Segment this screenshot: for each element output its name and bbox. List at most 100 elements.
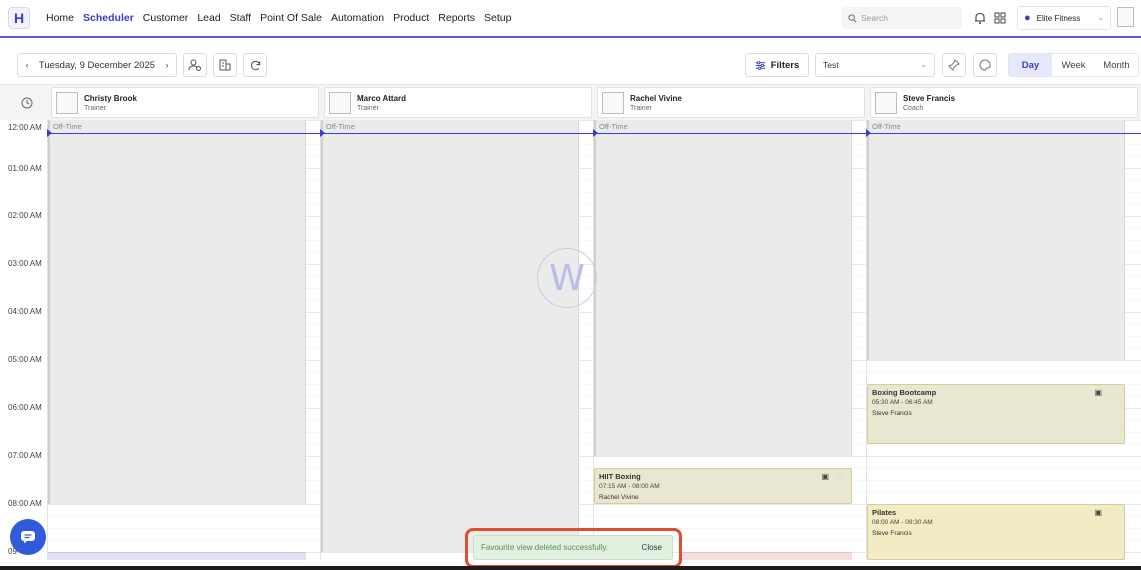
heart-icon: ♡	[835, 472, 843, 481]
calendar-grid[interactable]: 12:00 AM 01:00 AM 02:00 AM 03:00 AM 04:0…	[0, 120, 1141, 560]
search-placeholder: Search	[861, 13, 888, 23]
appointment-time: 08:00 AM - 09:30 AM	[872, 519, 933, 526]
off-time-block[interactable]: Off-Time	[867, 120, 1125, 360]
nav-point-of-sale[interactable]: Point Of Sale	[260, 12, 322, 24]
appointment-pilates[interactable]: Pilates 08:00 AM - 09:30 AM Steve Franci…	[867, 504, 1125, 560]
tab-day[interactable]: Day	[1009, 54, 1052, 76]
staff-header-christy-brook[interactable]: Christy Brook Trainer	[51, 87, 319, 118]
pin-view-button[interactable]	[942, 53, 966, 77]
staff-name: Marco Attard	[357, 94, 407, 103]
current-time-marker	[593, 129, 598, 137]
date-navigator: ‹ Tuesday, 9 December 2025 ›	[17, 53, 177, 77]
nav-reports[interactable]: Reports	[438, 12, 475, 24]
off-time-label: Off-Time	[599, 122, 628, 131]
tab-week[interactable]: Week	[1052, 54, 1095, 76]
staff-header-rachel-vivine[interactable]: Rachel Vivine Trainer	[597, 87, 865, 118]
current-date[interactable]: Tuesday, 9 December 2025	[36, 60, 158, 71]
heart-icon: ♡	[1108, 508, 1116, 517]
staff-header-marco-attard[interactable]: Marco Attard Trainer	[324, 87, 592, 118]
filters-button[interactable]: Filters	[745, 53, 809, 77]
staff-name: Rachel Vivine	[630, 94, 682, 103]
nav-scheduler[interactable]: Scheduler	[83, 12, 134, 24]
staff-role: Trainer	[357, 105, 379, 112]
nav-automation[interactable]: Automation	[331, 12, 384, 24]
current-time-marker	[320, 129, 325, 137]
next-day-button[interactable]: ›	[158, 60, 176, 71]
appointment-time: 05:30 AM - 06:45 AM	[872, 399, 933, 406]
off-time-label: Off-Time	[53, 122, 82, 131]
staff-photo	[875, 92, 897, 114]
nav-product[interactable]: Product	[393, 12, 429, 24]
refresh-icon	[250, 60, 260, 70]
chat-icon	[21, 531, 35, 544]
calendar-icon: ▣	[1094, 508, 1102, 517]
staff-header-steve-francis[interactable]: Steve Francis Coach	[870, 87, 1138, 118]
favourite-view-value: Test	[823, 60, 839, 70]
toast-message: Favourite view deleted successfully.	[481, 543, 609, 552]
chevron-down-icon: ⌄	[1097, 13, 1104, 22]
time-label: 07:00 AM	[8, 451, 42, 460]
apps-grid-icon[interactable]	[993, 11, 1007, 25]
appointment-staff: Steve Francis	[872, 530, 912, 537]
toast-close-button[interactable]: Close	[642, 543, 672, 552]
appointment-title: Pilates	[872, 508, 897, 517]
staff-photo	[56, 92, 78, 114]
nav-lead[interactable]: Lead	[197, 12, 220, 24]
nav-home[interactable]: Home	[46, 12, 74, 24]
location-name: Elite Fitness	[1036, 13, 1081, 23]
favourite-view-select[interactable]: Test ⌄	[815, 53, 935, 77]
off-time-block[interactable]: Off-Time	[48, 120, 306, 504]
staff-role: Trainer	[630, 105, 652, 112]
location-selector[interactable]: ● Elite Fitness ⌄	[1017, 6, 1111, 30]
filters-label: Filters	[770, 59, 800, 71]
staff-name: Steve Francis	[903, 94, 956, 103]
chevron-down-icon: ⌄	[920, 60, 927, 69]
appointment-partial[interactable]	[680, 552, 852, 560]
staff-photo	[602, 92, 624, 114]
staff-role: Coach	[903, 105, 924, 112]
view-switcher: Day Week Month	[1008, 53, 1139, 77]
palette-button[interactable]	[973, 53, 997, 77]
chat-support-button[interactable]	[10, 519, 46, 555]
location-pin-icon: ●	[1024, 12, 1031, 24]
heart-icon: ♡	[1108, 388, 1116, 397]
prev-day-button[interactable]: ‹	[18, 60, 36, 71]
time-label: 06:00 AM	[8, 403, 42, 412]
resource-view-button[interactable]	[213, 53, 237, 77]
appointment-hiit-boxing[interactable]: HIIT Boxing 07:15 AM - 08:00 AM Rachel V…	[594, 468, 852, 504]
tab-month[interactable]: Month	[1095, 54, 1138, 76]
bell-icon[interactable]	[973, 11, 987, 25]
nav-setup[interactable]: Setup	[484, 12, 511, 24]
staff-role: Trainer	[84, 105, 106, 112]
calendar-icon: ▣	[1094, 388, 1102, 397]
appointment-title: Boxing Bootcamp	[872, 388, 937, 397]
search-input[interactable]: Search	[842, 7, 962, 29]
user-settings-icon	[188, 59, 201, 71]
staff-name: Christy Brook	[84, 94, 137, 103]
appointment-partial[interactable]	[48, 552, 306, 560]
calendar-icon: ▣	[821, 472, 829, 481]
main-menu: Home Scheduler Customer Lead Staff Point…	[46, 12, 511, 24]
user-avatar[interactable]	[1117, 7, 1134, 27]
staff-view-button[interactable]	[183, 53, 207, 77]
refresh-button[interactable]	[243, 53, 267, 77]
off-time-block[interactable]: Off-Time	[321, 120, 579, 552]
time-label: 08:00 AM	[8, 499, 42, 508]
appointment-boxing-bootcamp[interactable]: Boxing Bootcamp 05:30 AM - 06:45 AM Stev…	[867, 384, 1125, 444]
time-label: 02:00 AM	[8, 211, 42, 220]
appointment-staff: Steve Francis	[872, 410, 912, 417]
clock-icon	[8, 87, 46, 119]
building-icon	[219, 59, 231, 71]
nav-customer[interactable]: Customer	[143, 12, 189, 24]
time-label: 04:00 AM	[8, 307, 42, 316]
off-time-block[interactable]: Off-Time	[594, 120, 852, 456]
off-time-label: Off-Time	[872, 122, 901, 131]
app-logo[interactable]: H	[8, 7, 30, 29]
time-label: 12:00 AM	[8, 123, 42, 132]
sliders-icon	[755, 60, 765, 70]
scheduler-toolbar: ‹ Tuesday, 9 December 2025 › Filters Tes…	[0, 40, 1141, 84]
nav-staff[interactable]: Staff	[230, 12, 251, 24]
calendar-header: Christy Brook Trainer Marco Attard Train…	[0, 84, 1141, 120]
top-navigation: H Home Scheduler Customer Lead Staff Poi…	[0, 0, 1141, 38]
off-time-label: Off-Time	[326, 122, 355, 131]
